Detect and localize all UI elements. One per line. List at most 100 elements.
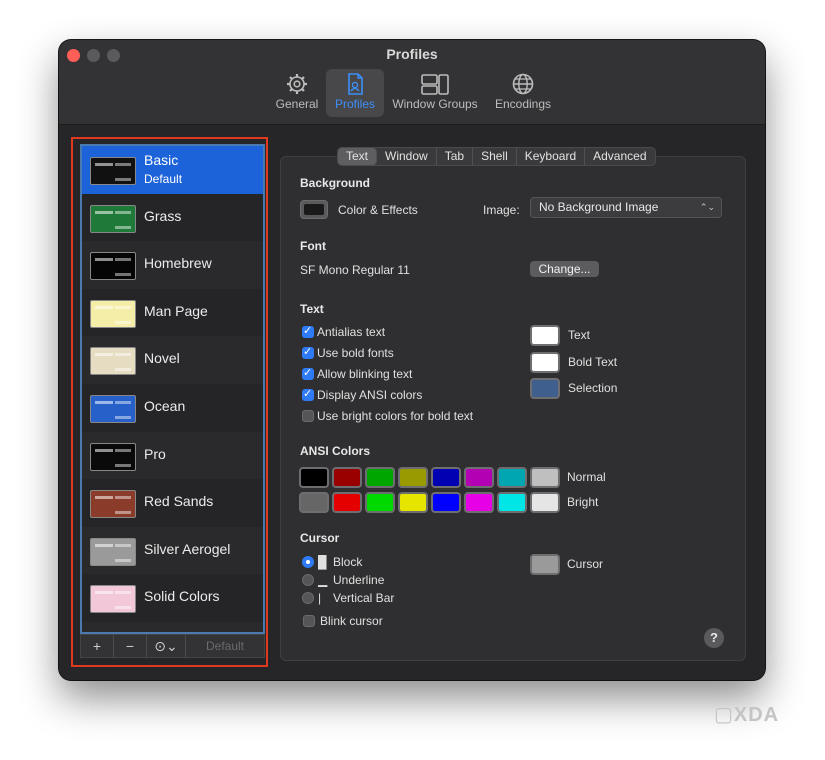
profile-thumbnail-icon xyxy=(90,299,136,328)
cursor-glyph-icon: | xyxy=(318,591,322,605)
profile-thumbnail-icon xyxy=(90,347,136,376)
text-option-checkbox[interactable] xyxy=(302,410,314,422)
text-color-well[interactable] xyxy=(530,378,560,399)
tab-tab[interactable]: Tab xyxy=(437,148,474,165)
ansi-bright-color-well[interactable] xyxy=(497,492,527,513)
image-label: Image: xyxy=(483,203,520,217)
add-profile-button[interactable]: + xyxy=(81,635,114,657)
background-color-well[interactable] xyxy=(300,200,328,219)
profile-list[interactable]: Basic Default Grass Homebrew Man Page Novel Oc… xyxy=(80,144,265,634)
globe-icon xyxy=(512,73,534,95)
remove-profile-button[interactable]: − xyxy=(114,635,147,657)
profile-thumbnail-icon xyxy=(90,585,136,614)
font-heading: Font xyxy=(300,239,326,253)
toolbar-profiles-label: Profiles xyxy=(334,97,375,111)
profile-item[interactable]: Pro xyxy=(82,432,263,480)
text-option-checkbox[interactable] xyxy=(302,366,314,380)
background-heading: Background xyxy=(300,176,371,190)
ansi-normal-color-well[interactable] xyxy=(332,467,362,488)
profile-name: Ocean xyxy=(144,397,186,414)
text-option-label: Antialias text xyxy=(317,325,386,339)
profile-item[interactable]: Solid Colors xyxy=(82,574,263,622)
ansi-normal-color-well[interactable] xyxy=(398,467,428,488)
profile-name: Solid Colors xyxy=(144,588,220,605)
cursor-style-radio[interactable] xyxy=(302,592,314,604)
profile-item[interactable]: Ocean xyxy=(82,383,263,432)
more-actions-button[interactable]: ⊙⌄ xyxy=(147,635,186,657)
ansi-bright-color-well[interactable] xyxy=(464,492,494,513)
text-option-label: Allow blinking text xyxy=(317,367,413,381)
ansi-bright-color-well[interactable] xyxy=(398,492,428,513)
toolbar-window-groups-button[interactable]: Window Groups xyxy=(389,69,481,117)
cursor-color-label: Cursor xyxy=(567,557,604,571)
window-groups-icon xyxy=(421,74,449,95)
ansi-colors-heading: ANSI Colors xyxy=(300,444,371,458)
cursor-style-radio[interactable] xyxy=(302,574,314,586)
profile-item[interactable]: Silver Aerogel xyxy=(82,527,263,575)
ansi-normal-color-well[interactable] xyxy=(464,467,494,488)
profile-thumbnail-icon xyxy=(90,252,136,281)
ansi-bright-color-well[interactable] xyxy=(365,492,395,513)
color-effects-label: Color & Effects xyxy=(338,203,418,217)
window-title: Profiles xyxy=(386,46,438,62)
profile-item[interactable]: Basic Default xyxy=(82,146,263,194)
text-color-well[interactable] xyxy=(530,325,560,346)
tab-shell[interactable]: Shell xyxy=(473,148,517,165)
toolbar-general-button[interactable]: General xyxy=(269,69,325,117)
profile-item[interactable]: Man Page xyxy=(82,288,263,337)
text-option-checkbox[interactable] xyxy=(302,345,314,359)
ansi-bright-color-well[interactable] xyxy=(530,492,560,513)
profile-name: Novel xyxy=(144,350,180,367)
ansi-normal-color-well[interactable] xyxy=(431,467,461,488)
ansi-normal-color-well[interactable] xyxy=(365,467,395,488)
settings-tabs: Text Window Tab Shell Keyboard Advanced xyxy=(337,147,656,166)
cursor-glyph-icon: ▁ xyxy=(318,573,328,587)
toolbar-encodings-button[interactable]: Encodings xyxy=(487,69,559,117)
profile-item[interactable]: Red Sands xyxy=(82,479,263,527)
tab-advanced[interactable]: Advanced xyxy=(585,148,654,165)
profile-item[interactable]: Novel xyxy=(82,336,263,384)
cursor-glyph-icon: █ xyxy=(318,555,327,569)
ansi-bright-color-well[interactable] xyxy=(332,492,362,513)
text-option-label: Use bright colors for bold text xyxy=(317,409,474,423)
profile-item[interactable]: Grass xyxy=(82,193,263,242)
ansi-bright-label: Bright xyxy=(567,495,599,509)
profile-default-label: Default xyxy=(144,172,183,186)
text-option-label: Display ANSI colors xyxy=(317,388,423,402)
change-font-button[interactable]: Change... xyxy=(530,261,599,277)
text-color-label: Bold Text xyxy=(568,354,618,369)
blink-cursor-label: Blink cursor xyxy=(320,614,383,628)
cursor-style-radio[interactable] xyxy=(302,556,314,568)
text-option-checkbox[interactable] xyxy=(302,387,314,401)
ansi-bright-color-well[interactable] xyxy=(299,492,329,513)
tab-keyboard[interactable]: Keyboard xyxy=(517,148,586,165)
profile-item[interactable]: Homebrew xyxy=(82,241,263,289)
text-color-label: Selection xyxy=(568,381,618,395)
profiles-document-icon xyxy=(348,73,363,95)
ansi-normal-color-well[interactable] xyxy=(530,467,560,488)
toolbar-window-groups-label: Window Groups xyxy=(392,97,478,111)
toolbar-general-label: General xyxy=(275,97,319,111)
ansi-bright-color-well[interactable] xyxy=(431,492,461,513)
ansi-normal-label: Normal xyxy=(567,470,606,484)
text-option-checkbox[interactable] xyxy=(302,324,314,338)
text-color-well[interactable] xyxy=(530,351,560,373)
toolbar-profiles-button[interactable]: Profiles xyxy=(326,69,384,117)
set-default-button[interactable]: Default xyxy=(186,635,264,657)
background-image-select[interactable]: No Background Image ⌃⌄ xyxy=(530,197,722,218)
profile-thumbnail-icon xyxy=(90,537,136,566)
tab-text[interactable]: Text xyxy=(338,148,378,165)
profile-name: Silver Aerogel xyxy=(144,540,231,557)
font-value: SF Mono Regular 11 xyxy=(300,263,410,277)
gear-icon xyxy=(287,74,307,94)
ansi-normal-color-well[interactable] xyxy=(497,467,527,488)
blink-cursor-checkbox[interactable] xyxy=(303,615,315,627)
title-bar: Profiles General Profiles Window Groups … xyxy=(59,40,765,125)
tab-window[interactable]: Window xyxy=(377,148,437,165)
toolbar-encodings-label: Encodings xyxy=(494,97,552,111)
help-button[interactable]: ? xyxy=(704,628,724,648)
ansi-normal-color-well[interactable] xyxy=(299,467,329,488)
text-option-label: Use bold fonts xyxy=(317,346,394,360)
profiles-window: Profiles General Profiles Window Groups … xyxy=(59,40,765,680)
cursor-color-well[interactable] xyxy=(530,554,560,575)
